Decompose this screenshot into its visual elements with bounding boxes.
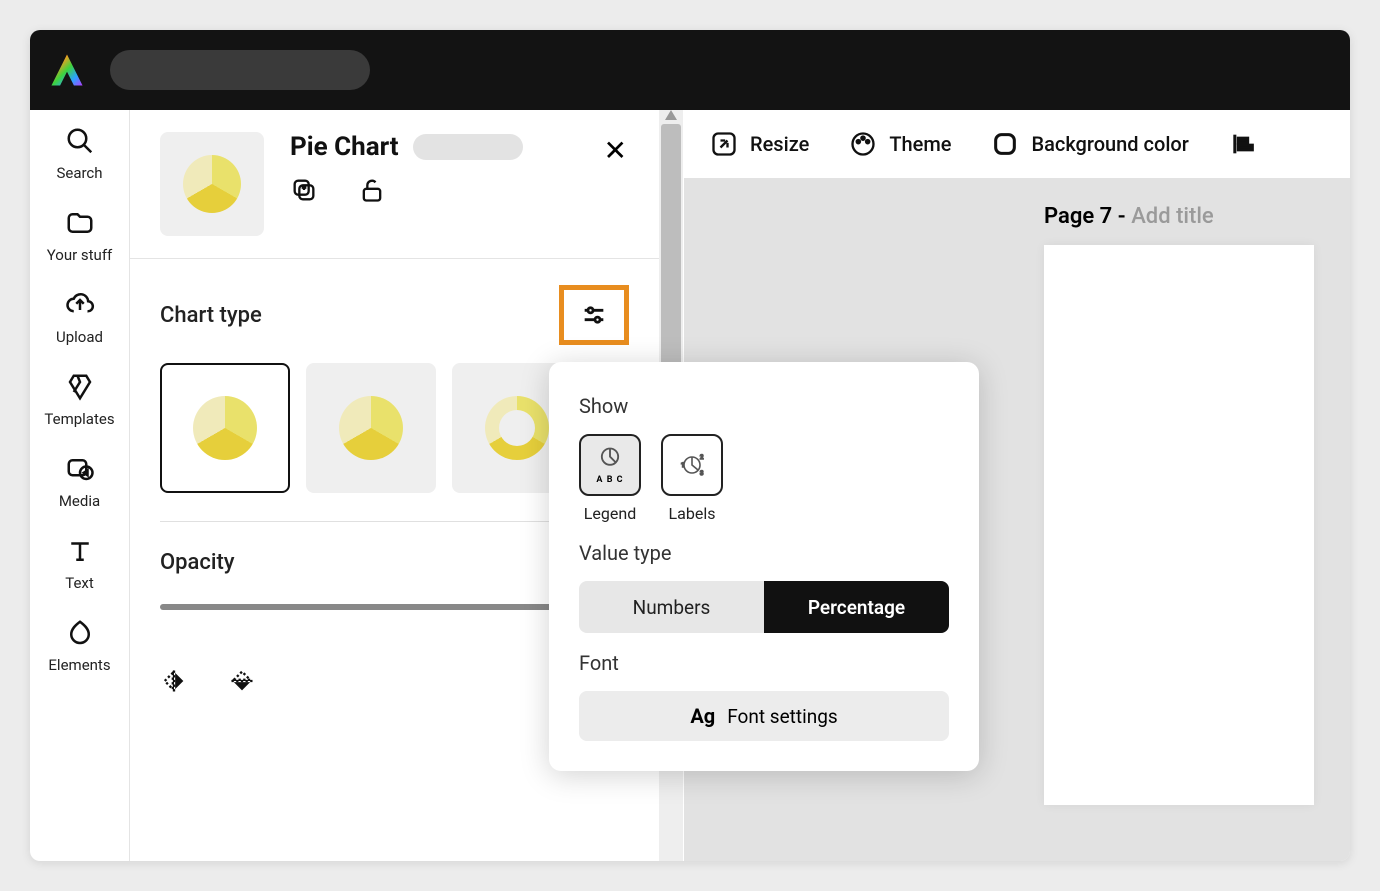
rail-label: Templates <box>44 410 114 428</box>
background-color-button[interactable]: Background color <box>991 130 1188 158</box>
left-rail: Search Your stuff Upload Templates Media… <box>30 110 130 861</box>
svg-text:2: 2 <box>700 454 704 461</box>
svg-text:3: 3 <box>700 470 703 477</box>
rail-label: Text <box>65 574 94 592</box>
palette-icon <box>849 130 877 158</box>
show-labels-toggle[interactable]: 1 2 3 <box>661 434 723 496</box>
rail-upload[interactable]: Upload <box>30 290 129 346</box>
resize-button[interactable]: Resize <box>710 130 809 158</box>
sliders-icon <box>580 301 608 329</box>
topbar-search-pill[interactable] <box>110 50 370 90</box>
canvas-page[interactable] <box>1044 245 1314 805</box>
selected-chart-thumbnail[interactable] <box>160 132 264 236</box>
app-window: Search Your stuff Upload Templates Media… <box>30 30 1350 861</box>
chart-settings-popover: Show A B C Legend 1 2 3 Labels Value type <box>549 362 979 771</box>
page-label[interactable]: Page 7 - Add title <box>1044 204 1350 229</box>
upload-icon <box>65 290 95 320</box>
value-type-label: Value type <box>579 541 949 565</box>
topbar <box>30 30 1350 110</box>
chart-type-label: Chart type <box>160 303 262 328</box>
media-icon <box>65 454 95 484</box>
font-settings-button[interactable]: Ag Font settings <box>579 691 949 741</box>
rail-label: Media <box>59 492 100 510</box>
panel-header: Pie Chart ✕ <box>130 110 659 259</box>
folder-icon <box>65 208 95 238</box>
rail-label: Upload <box>56 328 103 346</box>
square-icon <box>991 130 1019 158</box>
show-legend-toggle[interactable]: A B C <box>579 434 641 496</box>
unlock-icon[interactable] <box>358 176 386 204</box>
svg-text:1: 1 <box>681 462 684 469</box>
rail-media[interactable]: Media <box>30 454 129 510</box>
rail-label: Elements <box>48 656 110 674</box>
opacity-slider[interactable] <box>160 604 585 610</box>
chart-settings-button[interactable] <box>559 285 629 345</box>
rail-elements[interactable]: Elements <box>30 618 129 674</box>
align-icon <box>1229 130 1257 158</box>
main-area: Search Your stuff Upload Templates Media… <box>30 110 1350 861</box>
title-extra-pill <box>413 134 523 160</box>
resize-icon <box>710 130 738 158</box>
rail-label: Your stuff <box>47 246 113 264</box>
legend-icon <box>596 445 624 473</box>
flip-horizontal-icon[interactable] <box>160 667 188 695</box>
rail-text[interactable]: Text <box>30 536 129 592</box>
value-type-percentage[interactable]: Percentage <box>764 581 949 633</box>
value-type-numbers[interactable]: Numbers <box>579 581 764 633</box>
labels-icon: 1 2 3 <box>678 451 706 479</box>
opacity-label: Opacity <box>160 550 235 575</box>
font-ag-icon: Ag <box>690 704 715 728</box>
templates-icon <box>65 372 95 402</box>
page-title-placeholder[interactable]: Add title <box>1131 204 1214 229</box>
show-section-label: Show <box>579 394 949 418</box>
font-section-label: Font <box>579 651 949 675</box>
flip-vertical-icon[interactable] <box>228 667 256 695</box>
search-icon <box>65 126 95 156</box>
value-type-segmented: Numbers Percentage <box>579 581 949 633</box>
text-icon <box>65 536 95 566</box>
canvas-toolbar: Resize Theme Background color <box>684 110 1350 178</box>
pie-icon <box>193 396 257 460</box>
pie-labeled-icon <box>339 396 403 460</box>
theme-button[interactable]: Theme <box>849 130 951 158</box>
align-button[interactable] <box>1229 130 1257 158</box>
duplicate-icon[interactable] <box>290 176 318 204</box>
adobe-express-logo[interactable] <box>48 51 86 89</box>
rail-your-stuff[interactable]: Your stuff <box>30 208 129 264</box>
rail-search[interactable]: Search <box>30 126 129 182</box>
labels-label: Labels <box>669 504 716 523</box>
pie-preview-icon <box>183 155 241 213</box>
rail-templates[interactable]: Templates <box>30 372 129 428</box>
donut-icon <box>485 396 549 460</box>
chart-type-pie-labeled[interactable] <box>306 363 436 493</box>
close-panel-button[interactable]: ✕ <box>598 132 633 169</box>
legend-label: Legend <box>584 504 636 523</box>
elements-icon <box>65 618 95 648</box>
chart-type-pie[interactable] <box>160 363 290 493</box>
rail-label: Search <box>56 164 102 182</box>
panel-title: Pie Chart <box>290 132 399 162</box>
